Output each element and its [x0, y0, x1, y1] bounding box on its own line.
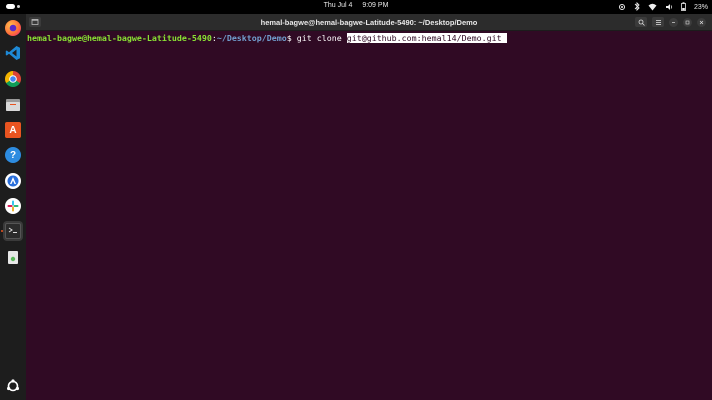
terminal-content[interactable]: hemal-bagwe@hemal-bagwe-Latitude-5490:~/…	[26, 32, 712, 400]
menu-button[interactable]	[652, 17, 664, 27]
top-bar: Thu Jul 4 9:09 PM 23%	[0, 0, 712, 14]
dock-files[interactable]	[3, 95, 23, 115]
wifi-icon[interactable]	[648, 3, 657, 13]
volume-icon[interactable]	[665, 3, 673, 13]
dock-vscode[interactable]	[3, 43, 23, 63]
running-indicator	[1, 230, 3, 232]
system-tray[interactable]: 23%	[618, 1, 708, 13]
window-title: hemal-bagwe@hemal-bagwe-Latitude-5490: ~…	[260, 18, 478, 27]
window-titlebar[interactable]: hemal-bagwe@hemal-bagwe-Latitude-5490: ~…	[26, 14, 712, 31]
chrome-icon	[5, 71, 21, 87]
minimize-button[interactable]	[669, 17, 678, 27]
vscode-icon	[5, 45, 21, 61]
prompt-user-host: hemal-bagwe@hemal-bagwe-Latitude-5490	[27, 33, 212, 43]
ubuntu-apps-icon	[5, 378, 21, 394]
command-text: git clone	[291, 33, 347, 43]
app-center-icon: A	[5, 122, 21, 138]
network-icon[interactable]	[618, 3, 626, 13]
search-button[interactable]	[635, 17, 647, 27]
dock-trash[interactable]	[3, 247, 23, 267]
maximize-button[interactable]	[683, 17, 692, 27]
files-icon	[5, 97, 21, 113]
clock-date: Thu Jul 4	[323, 2, 353, 9]
prompt-path: ~/Desktop/Demo	[216, 33, 287, 43]
clock-time: 9:09 PM	[362, 2, 389, 9]
trash-icon	[5, 249, 21, 265]
dock-software-updater[interactable]	[3, 171, 23, 191]
terminal-window: hemal-bagwe@hemal-bagwe-Latitude-5490: ~…	[26, 14, 712, 400]
dock-show-apps[interactable]	[3, 376, 23, 396]
battery-icon[interactable]	[681, 2, 686, 13]
dock-help[interactable]: ?	[3, 145, 23, 165]
dock-app-center[interactable]: A	[3, 120, 23, 140]
clock[interactable]: Thu Jul 4 9:09 PM	[0, 2, 712, 9]
dock-terminal[interactable]	[3, 221, 23, 241]
dock-firefox[interactable]	[3, 18, 23, 38]
dock-slack[interactable]	[3, 196, 23, 216]
selected-text[interactable]: git@github.com:hemal14/Demo.git	[346, 33, 502, 43]
slack-icon	[5, 198, 21, 214]
dock-chrome[interactable]	[3, 69, 23, 89]
dock: A ?	[0, 14, 26, 400]
window-controls	[635, 17, 706, 27]
terminal-icon	[5, 223, 21, 239]
close-button[interactable]	[697, 17, 706, 27]
software-updater-icon	[5, 173, 21, 189]
text-cursor	[501, 33, 507, 43]
firefox-icon	[5, 20, 21, 36]
bluetooth-icon[interactable]	[634, 1, 640, 13]
help-icon: ?	[5, 147, 21, 163]
battery-percent: 23%	[693, 4, 708, 11]
